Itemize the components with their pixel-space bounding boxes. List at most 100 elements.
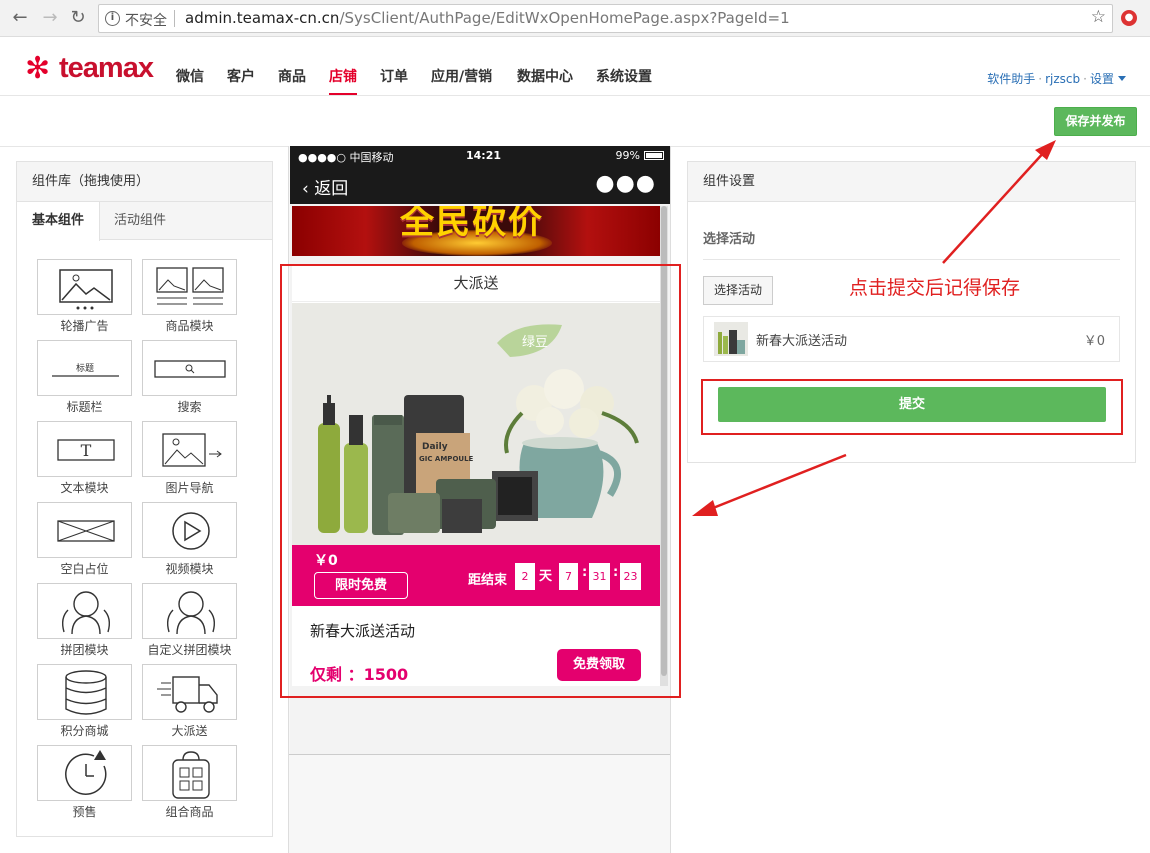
phone-time: 14:21 [466, 149, 502, 162]
software-helper-link[interactable]: 软件助手 [987, 72, 1035, 86]
highlight-box-submit [701, 379, 1123, 435]
address-bar[interactable]: i 不安全 admin.teamax-cn.cn/SysClient/AuthP… [98, 4, 1113, 33]
username-link[interactable]: rjzscb [1045, 72, 1080, 86]
component-text-module[interactable]: T 文本模块 [37, 421, 133, 499]
title-bar-icon: 标题 [52, 362, 119, 377]
tab-basic-components[interactable]: 基本组件 [17, 202, 101, 241]
component-points-mall[interactable]: 积分商城 [37, 664, 133, 742]
component-tabs: 基本组件 活动组件 [17, 202, 272, 241]
forward-arrow-icon[interactable]: → [40, 8, 60, 28]
bookmark-star-icon[interactable]: ☆ [1091, 7, 1106, 27]
component-custom-group-buy-label: 自定义拼团模块 [147, 643, 232, 657]
select-activity-label: 选择活动 [703, 232, 756, 247]
component-product-module[interactable]: 商品模块 [142, 259, 238, 337]
presale-thumb [37, 745, 132, 801]
custom-group-users-icon [166, 591, 216, 635]
delivery-truck-icon [157, 676, 218, 713]
component-blank-placeholder[interactable]: 空白占位 [37, 502, 133, 580]
nav-item-customers[interactable]: 客户 [227, 66, 255, 86]
logo-text: teamax [59, 52, 154, 84]
nav-item-store[interactable]: 店铺 [329, 66, 357, 95]
component-product-module-label: 商品模块 [165, 319, 214, 333]
caret-down-icon[interactable] [1118, 76, 1126, 81]
activity-thumbnail [714, 322, 748, 356]
nav-item-apps-marketing[interactable]: 应用/营销 [431, 66, 492, 86]
url-path: /SysClient/AuthPage/EditWxOpenHomePage.a… [339, 9, 790, 27]
component-custom-group-buy[interactable]: 自定义拼团模块 [142, 583, 238, 661]
text-t-icon: T [57, 439, 115, 461]
component-title-bar-label: 标题栏 [66, 400, 103, 414]
component-search-label: 搜索 [177, 400, 202, 414]
shopping-bag-icon [172, 751, 210, 799]
banner-title: 全民砍价 [400, 206, 544, 242]
play-icon [172, 512, 210, 550]
settings-link[interactable]: 设置 [1090, 72, 1114, 86]
site-header: ✻ teamax 微信 客户 商品 店铺 订单 应用/营销 数据中心 系统设置 … [0, 37, 1150, 96]
clock-icon [65, 750, 107, 795]
url-text[interactable]: admin.teamax-cn.cn/SysClient/AuthPage/Ed… [185, 9, 790, 27]
carousel-thumb [37, 259, 132, 315]
nav-item-data-center[interactable]: 数据中心 [517, 66, 573, 86]
component-library-title: 组件库（拖拽使用） [17, 162, 272, 202]
component-image-nav-label: 图片导航 [165, 481, 214, 495]
component-group-buy[interactable]: 拼团模块 [37, 583, 133, 661]
component-big-giveaway[interactable]: 大派送 [142, 664, 238, 742]
arrow-head-preview-icon [692, 500, 718, 516]
component-points-mall-label: 积分商城 [60, 724, 109, 738]
component-video-module-label: 视频模块 [165, 562, 214, 576]
component-title-bar[interactable]: 标题 标题栏 [37, 340, 133, 418]
nav-item-wechat[interactable]: 微信 [176, 66, 204, 86]
component-search[interactable]: 搜索 [142, 340, 238, 418]
phone-title-bar: ‹ 返回 ●●● [290, 166, 670, 204]
product-grid-icon [156, 267, 224, 305]
group-users-icon [61, 591, 111, 635]
component-blank-placeholder-label: 空白占位 [60, 562, 109, 576]
title-bar-thumb: 标题 [37, 340, 132, 396]
component-carousel[interactable]: 轮播广告 [37, 259, 133, 337]
nav-item-system-settings[interactable]: 系统设置 [596, 66, 652, 86]
user-area: 软件助手 · rjzscb · 设置 [987, 70, 1126, 87]
nav-item-orders[interactable]: 订单 [380, 66, 408, 86]
component-text-module-label: 文本模块 [60, 481, 109, 495]
more-dots-icon[interactable]: ●●● [595, 171, 656, 196]
carousel-image-icon [59, 269, 113, 310]
reload-icon[interactable]: ↻ [68, 8, 88, 28]
component-bundle-products[interactable]: 组合商品 [142, 745, 238, 823]
custom-group-buy-thumb [142, 583, 237, 639]
info-icon[interactable]: i [105, 11, 120, 26]
carrier-text: ●●●●○ 中国移动 [298, 151, 394, 164]
component-library-panel: 组件库（拖拽使用） 基本组件 活动组件 轮播广告 商品模块 标题 标题栏 搜索 … [16, 161, 273, 837]
component-bundle-products-label: 组合商品 [165, 805, 214, 819]
highlight-box-preview [280, 264, 681, 698]
points-mall-thumb [37, 664, 132, 720]
text-module-thumb: T [37, 421, 132, 477]
annotation-text: 点击提交后记得保存 [849, 277, 1021, 299]
arrow-to-preview [707, 453, 847, 512]
search-box-icon [154, 360, 226, 378]
logo-flower-icon: ✻ [25, 51, 51, 86]
selected-activity-item[interactable]: 新春大派送活动 ￥0 [703, 316, 1120, 362]
phone-back-button[interactable]: ‹ 返回 [302, 174, 348, 199]
component-video-module[interactable]: 视频模块 [142, 502, 238, 580]
image-nav-thumb [142, 421, 237, 477]
tab-activity-components[interactable]: 活动组件 [99, 202, 181, 240]
chevron-left-icon: ‹ [302, 179, 315, 199]
component-presale[interactable]: 预售 [37, 745, 133, 823]
extension-icon[interactable]: ● [1121, 10, 1137, 26]
component-image-nav[interactable]: 图片导航 [142, 421, 238, 499]
selected-activity-name: 新春大派送活动 [756, 334, 848, 349]
browser-toolbar: ← → ↻ i 不安全 admin.teamax-cn.cn/SysClient… [0, 0, 1150, 37]
text-module-thumb-text: T [81, 441, 92, 460]
save-and-publish-button[interactable]: 保存并发布 [1054, 107, 1137, 136]
product-module-thumb [142, 259, 237, 315]
back-arrow-icon[interactable]: ← [10, 8, 30, 28]
video-module-thumb [142, 502, 237, 558]
component-carousel-label: 轮播广告 [60, 319, 109, 333]
nav-item-products[interactable]: 商品 [278, 66, 306, 86]
bargain-banner[interactable]: 全民砍价 [292, 206, 661, 256]
select-activity-button[interactable]: 选择活动 [703, 276, 773, 305]
title-bar-thumb-text: 标题 [76, 362, 94, 374]
selected-activity-price: ￥0 [1083, 334, 1105, 349]
phone-back-label: 返回 [314, 179, 349, 199]
arrow-head-publish-icon [1035, 140, 1056, 160]
